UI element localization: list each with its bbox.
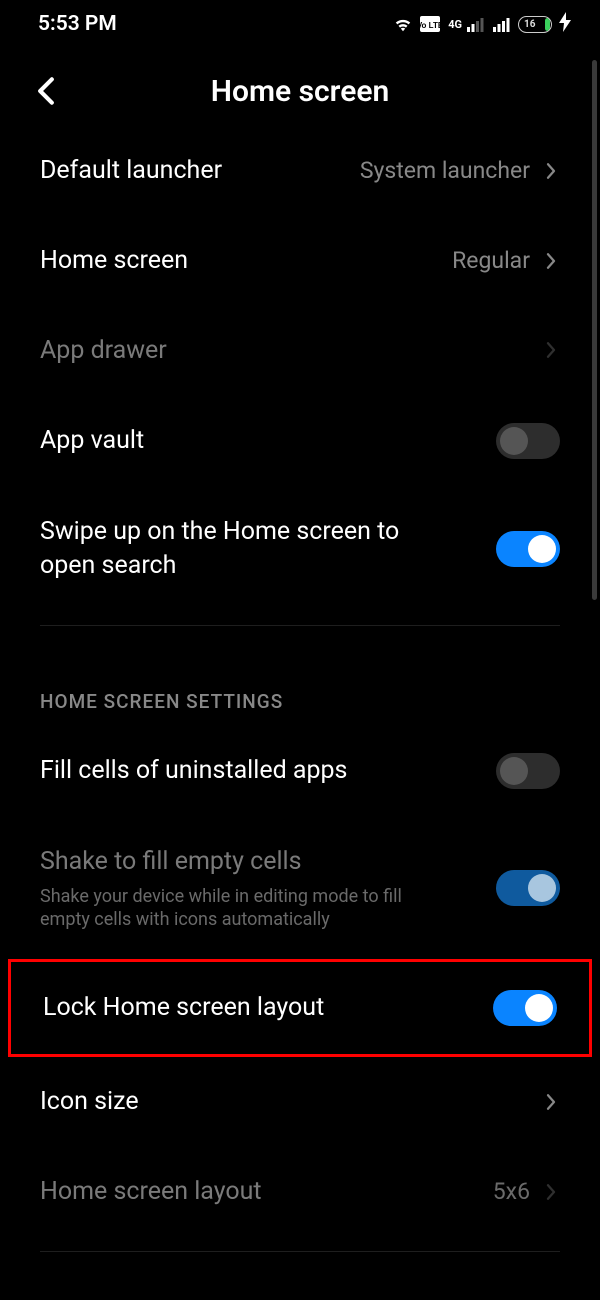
- row-value: System launcher: [360, 157, 530, 184]
- scrollbar[interactable]: [592, 60, 597, 600]
- chevron-right-icon: [542, 1183, 560, 1201]
- toggle-swipe-search[interactable]: [496, 531, 560, 567]
- divider: [40, 625, 560, 626]
- toggle-shake-fill: [496, 870, 560, 906]
- row-label: Home screen layout: [40, 1175, 262, 1209]
- row-swipe-search[interactable]: Swipe up on the Home screen to open sear…: [0, 487, 600, 611]
- row-label: Default launcher: [40, 154, 222, 188]
- status-time: 5:53 PM: [38, 12, 117, 36]
- row-app-vault[interactable]: App vault: [0, 395, 600, 487]
- battery-icon: 16: [518, 16, 552, 33]
- row-shake-fill: Shake to fill empty cells Shake your dev…: [0, 817, 600, 960]
- toggle-app-vault[interactable]: [496, 423, 560, 459]
- signal-2-icon: [492, 16, 512, 32]
- section-header: HOME SCREEN SETTINGS: [0, 640, 600, 725]
- row-label: Fill cells of uninstalled apps: [40, 754, 347, 788]
- settings-list: Default launcher System launcher Home sc…: [0, 126, 600, 1252]
- row-label: Swipe up on the Home screen to open sear…: [40, 515, 440, 583]
- row-label: Icon size: [40, 1085, 139, 1119]
- row-home-layout: Home screen layout 5x6: [0, 1147, 600, 1237]
- row-fill-cells[interactable]: Fill cells of uninstalled apps: [0, 725, 600, 817]
- network-type-label: 4G: [448, 19, 462, 30]
- battery-percent: 16: [524, 17, 535, 32]
- row-value: 5x6: [493, 1178, 530, 1205]
- row-icon-size[interactable]: Icon size: [0, 1057, 600, 1147]
- row-app-drawer: App drawer: [0, 306, 600, 396]
- row-label: Shake to fill empty cells: [40, 845, 440, 879]
- row-sublabel: Shake your device while in editing mode …: [40, 885, 440, 932]
- chevron-right-icon: [542, 1093, 560, 1111]
- page-header: Home screen: [0, 56, 600, 126]
- divider: [40, 1251, 560, 1252]
- wifi-icon: [392, 15, 414, 33]
- chevron-right-icon: [542, 341, 560, 359]
- back-button[interactable]: [30, 75, 62, 107]
- chevron-right-icon: [542, 162, 560, 180]
- signal-1-icon: [466, 16, 486, 32]
- status-bar: 5:53 PM Vo LTE 4G 16: [0, 0, 600, 48]
- svg-text:Vo LTE: Vo LTE: [420, 21, 440, 30]
- row-lock-layout[interactable]: Lock Home screen layout: [8, 959, 592, 1057]
- toggle-fill-cells[interactable]: [496, 753, 560, 789]
- row-label: Lock Home screen layout: [43, 991, 324, 1025]
- status-icons: Vo LTE 4G 16: [392, 12, 572, 37]
- chevron-left-icon: [35, 77, 57, 105]
- page-title: Home screen: [211, 74, 390, 109]
- row-value: Regular: [452, 247, 530, 274]
- row-home-screen[interactable]: Home screen Regular: [0, 216, 600, 306]
- charging-icon: [558, 12, 572, 37]
- row-label: App drawer: [40, 334, 167, 368]
- row-label: Home screen: [40, 244, 188, 278]
- chevron-right-icon: [542, 252, 560, 270]
- row-default-launcher[interactable]: Default launcher System launcher: [0, 126, 600, 216]
- volte-icon: Vo LTE: [420, 16, 440, 32]
- row-label: App vault: [40, 424, 144, 458]
- toggle-lock-layout[interactable]: [493, 990, 557, 1026]
